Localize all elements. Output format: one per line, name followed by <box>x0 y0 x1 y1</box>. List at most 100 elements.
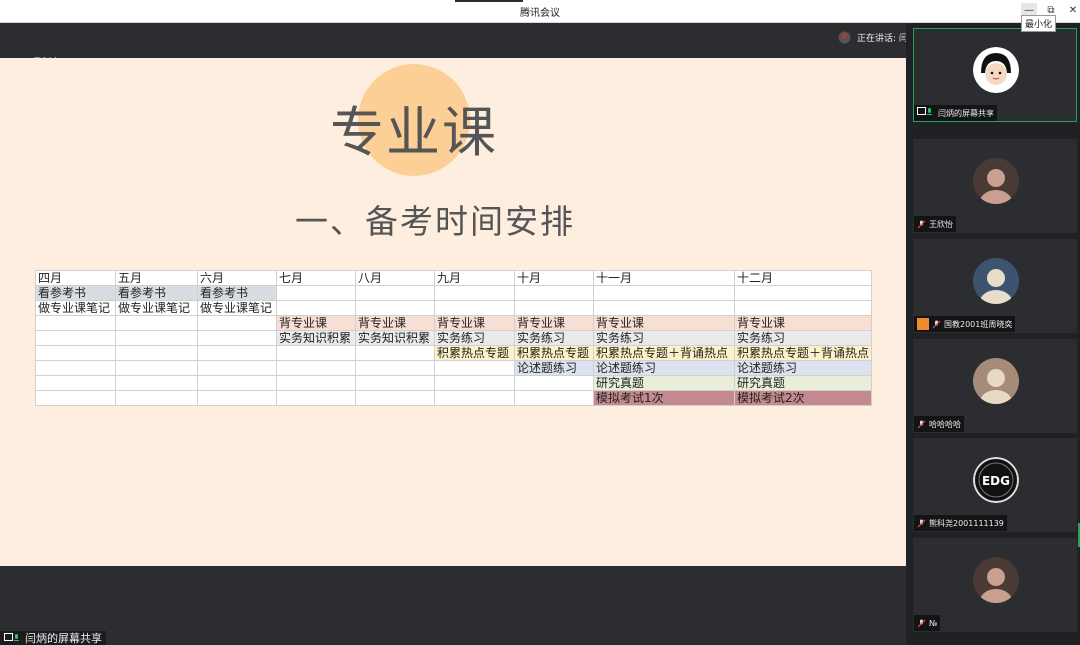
table-cell: 积累热点专题 <box>434 345 515 361</box>
table-cell: 积累热点专题＋背诵热点 <box>593 345 735 361</box>
user-badge-icon <box>917 318 929 330</box>
table-header-cell: 十二月 <box>733 270 873 286</box>
slide-title: 专业课 <box>330 101 498 164</box>
avatar-image: EDG <box>973 457 1019 503</box>
participant-sidebar: 闫炳的屏幕共享王欣怡国教2001班周晓奕哈哈哈哈 EDG 熊科尧2001111139… <box>906 23 1080 645</box>
table-header-cell: 五月 <box>115 270 198 286</box>
screen-share-text: 闫炳的屏幕共享 <box>25 632 102 645</box>
table-row: 看参考书 看参考书 看参考书 <box>35 285 873 301</box>
drag-handle[interactable] <box>455 0 523 2</box>
mic-muted-icon <box>932 320 941 329</box>
participant-avatar <box>973 258 1019 304</box>
participant-namebar: 熊科尧2001111139 <box>914 515 1007 531</box>
table-cell: 研究真题 <box>733 375 873 391</box>
close-button[interactable]: ✕ <box>1065 3 1080 19</box>
participant-avatar: EDG <box>973 457 1019 503</box>
table-cell: 看参考书 <box>35 285 116 301</box>
table-cell <box>35 330 116 346</box>
mic-muted-icon <box>917 220 926 229</box>
table-cell <box>197 390 277 406</box>
participant-avatar <box>973 358 1019 404</box>
table-cell: 背专业课 <box>593 315 735 331</box>
table-cell <box>276 300 356 316</box>
table-cell <box>276 285 356 301</box>
participant-tile[interactable]: 王欣怡 <box>913 139 1077 233</box>
speaker-avatar-icon <box>838 31 851 44</box>
participant-name: 哈哈哈哈 <box>929 419 961 429</box>
avatar-image <box>973 557 1019 603</box>
table-cell <box>434 375 515 391</box>
table-header-row: 四月 五月 六月 七月 八月 九月 十月 十一月 十二月 <box>35 270 873 286</box>
table-cell: 实务练习 <box>434 330 515 346</box>
table-cell <box>514 285 594 301</box>
table-cell: 背专业课 <box>733 315 873 331</box>
table-cell <box>355 390 435 406</box>
participant-name: 闫炳的屏幕共享 <box>938 108 994 118</box>
table-cell <box>35 315 116 331</box>
participant-avatar <box>973 47 1019 93</box>
table-cell: 背专业课 <box>355 315 435 331</box>
participant-tile[interactable]: № <box>913 538 1077 632</box>
avatar-image <box>973 158 1019 204</box>
table-cell <box>733 285 873 301</box>
table-cell: 实务练习 <box>733 330 873 346</box>
participant-name: 熊科尧2001111139 <box>929 518 1004 528</box>
table-row: 模拟考试1次 模拟考试2次 <box>35 390 873 406</box>
table-header-cell: 七月 <box>276 270 356 286</box>
table-cell <box>593 285 735 301</box>
table-cell <box>115 315 198 331</box>
participant-namebar: 哈哈哈哈 <box>914 416 964 432</box>
participant-name: 王欣怡 <box>929 219 953 229</box>
table-cell <box>514 375 594 391</box>
participant-namebar: 国教2001班周晓奕 <box>914 316 1016 332</box>
table-cell: 实务练习 <box>514 330 594 346</box>
table-cell: 积累热点专题 <box>514 345 594 361</box>
table-cell <box>35 345 116 361</box>
screen-share-icon <box>4 633 19 641</box>
participant-namebar: 王欣怡 <box>914 216 956 232</box>
table-header-cell: 六月 <box>197 270 277 286</box>
table-header-cell: 十月 <box>514 270 594 286</box>
table-cell: 看参考书 <box>197 285 277 301</box>
table-cell <box>276 390 356 406</box>
participant-tile[interactable]: EDG 熊科尧2001111139 <box>913 438 1077 532</box>
table-cell <box>355 360 435 376</box>
table-header-cell: 八月 <box>355 270 435 286</box>
participant-avatar <box>973 158 1019 204</box>
table-cell: 论述题练习 <box>514 360 594 376</box>
table-cell <box>434 300 515 316</box>
table-cell <box>115 330 198 346</box>
table-cell <box>197 330 277 346</box>
screen-share-label: 闫炳的屏幕共享 <box>0 631 106 645</box>
table-header-cell: 十一月 <box>593 270 735 286</box>
mic-muted-icon <box>917 519 926 528</box>
mic-muted-icon <box>917 619 926 628</box>
table-cell <box>434 360 515 376</box>
window-title: 腾讯会议 <box>520 8 560 19</box>
schedule-table: 四月 五月 六月 七月 八月 九月 十月 十一月 十二月 看参考书 看参考书 看参考书 做专业课笔记 做专… <box>35 270 873 406</box>
slide-subtitle: 一、备考时间安排 <box>295 202 575 241</box>
tencent-meeting-window: 腾讯会议 — ⧉ ✕ 最小化 录制中 正在讲话: 闫炳 ◀◀⟲ 专业课 一、备考… <box>0 0 1080 645</box>
table-cell: 积累热点专题＋背诵热点 <box>733 345 873 361</box>
table-cell <box>593 300 735 316</box>
participant-tile[interactable]: 国教2001班周晓奕 <box>913 239 1077 333</box>
table-cell <box>115 345 198 361</box>
svg-text:EDG: EDG <box>982 474 1010 488</box>
table-cell <box>276 360 356 376</box>
participant-tile[interactable]: 哈哈哈哈 <box>913 339 1077 433</box>
table-cell <box>197 375 277 391</box>
participant-namebar: № <box>914 615 941 631</box>
participant-tile[interactable]: 闫炳的屏幕共享 <box>913 28 1077 122</box>
avatar-image <box>973 358 1019 404</box>
table-cell <box>355 285 435 301</box>
table-cell <box>35 390 116 406</box>
table-header-cell: 四月 <box>35 270 116 286</box>
table-cell <box>276 345 356 361</box>
participant-name: № <box>929 618 938 628</box>
table-cell: 模拟考试2次 <box>733 390 873 406</box>
table-row: 背专业课 背专业课 背专业课 背专业课 背专业课 背专业课 <box>35 315 873 331</box>
table-cell: 做专业课笔记 <box>197 300 277 316</box>
table-cell: 背专业课 <box>276 315 356 331</box>
table-cell: 背专业课 <box>434 315 515 331</box>
table-row: 论述题练习 论述题练习 论述题练习 <box>35 360 873 376</box>
